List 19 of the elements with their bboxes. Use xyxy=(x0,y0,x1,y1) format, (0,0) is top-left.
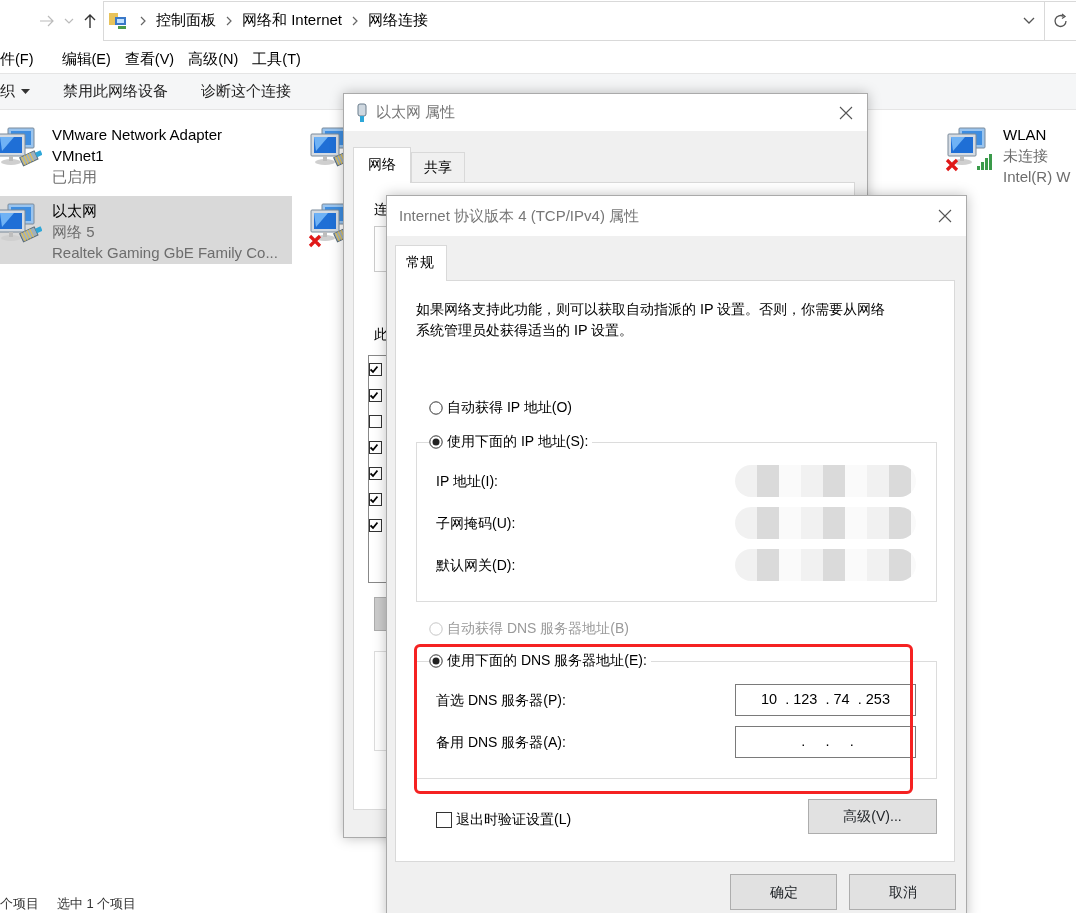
adapter-name: VMware Network Adapter VMnet1 xyxy=(52,125,224,166)
section-label: 连 xyxy=(374,200,388,219)
adapter-name: 以太网 xyxy=(52,201,98,221)
adapter-status: 已启用 xyxy=(52,167,98,187)
field-label: 首选 DNS 服务器(P): xyxy=(436,690,566,710)
description-text: 如果网络支持此功能，则可以获取自动指派的 IP 设置。否则，你需要从网络系统管理员处获得适当的 IP 设置。 xyxy=(416,300,887,340)
field-label: IP 地址(I): xyxy=(436,471,498,491)
status-text: 选中 1 个项目 xyxy=(57,894,137,913)
adapter-device: Intel(R) W xyxy=(1003,167,1071,187)
adapter-device: Realtek Gaming GbE Family Co... xyxy=(52,243,278,263)
adapter-status: 未连接 xyxy=(1003,146,1049,166)
field-label: 子网掩码(U): xyxy=(436,513,516,533)
dialog-title: 以太网 属性 xyxy=(376,102,456,123)
dialog-title: Internet 协议版本 4 (TCP/IPv4) 属性 xyxy=(399,205,640,226)
status-text: 个项目 xyxy=(0,894,39,913)
adapter-name: WLAN xyxy=(1003,125,1048,145)
field-label: 备用 DNS 服务器(A): xyxy=(436,732,566,752)
adapter-status: 网络 5 xyxy=(52,222,96,242)
field-label: 默认网关(D): xyxy=(436,555,516,575)
